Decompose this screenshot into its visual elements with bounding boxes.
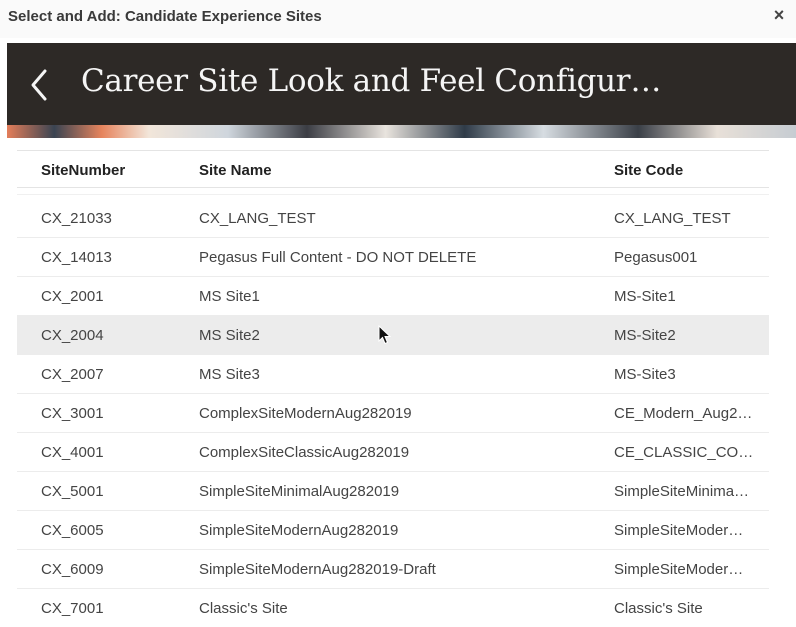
page-title: Career Site Look and Feel Configur… bbox=[81, 63, 662, 99]
cell-site-name: ComplexSiteModernAug282019 bbox=[199, 405, 412, 422]
dialog-titlebar: Select and Add: Candidate Experience Sit… bbox=[0, 0, 796, 38]
table-row[interactable]: CX_2007 MS Site3 MS-Site3 bbox=[17, 355, 769, 394]
table-row[interactable]: CX_5001 SimpleSiteMinimalAug282019 SimpleS… bbox=[17, 472, 769, 511]
cell-site-code: CE_Modern_Aug2… bbox=[614, 405, 753, 422]
cell-site-name: Pegasus Full Content - DO NOT DELETE bbox=[199, 249, 477, 266]
cell-site-name: SimpleSiteMinimalAug282019 bbox=[199, 483, 400, 500]
cell-site-name: MS Site3 bbox=[199, 366, 260, 383]
cell-site-name: CX_LANG_TEST bbox=[199, 210, 316, 227]
cell-site-number: CX_6009 bbox=[41, 561, 104, 578]
cell-site-code: CX_LANG_TEST bbox=[614, 210, 731, 227]
cell-site-code: SimpleSiteModer… bbox=[614, 522, 744, 539]
cell-site-number: CX_7001 bbox=[41, 600, 104, 617]
table-row[interactable]: CX_3001 ComplexSiteModernAug282019 CE_Mode… bbox=[17, 394, 769, 433]
cell-site-number: CX_2004 bbox=[41, 327, 104, 344]
cell-site-number: CX_21033 bbox=[41, 210, 112, 227]
cell-site-name: Classic's Site bbox=[199, 600, 288, 617]
table-row[interactable]: CX_2001 MS Site1 MS-Site1 bbox=[17, 277, 769, 316]
cell-site-name: MS Site1 bbox=[199, 288, 260, 305]
table-row[interactable]: CX_2004 MS Site2 MS-Site2 bbox=[17, 316, 769, 355]
cell-site-number: CX_14013 bbox=[41, 249, 112, 266]
table-row[interactable]: CX_6009 SimpleSiteModernAug282019-Draft Si… bbox=[17, 550, 769, 589]
page-banner: Career Site Look and Feel Configur… bbox=[7, 43, 796, 138]
cell-site-number: CX_5001 bbox=[41, 483, 104, 500]
scroll-separator bbox=[17, 194, 769, 195]
cell-site-code: Classic's Site bbox=[614, 600, 703, 617]
cell-site-code: SimpleSiteModer… bbox=[614, 561, 744, 578]
table-row[interactable]: CX_4001 ComplexSiteClassicAug282019 CE_CLA… bbox=[17, 433, 769, 472]
cell-site-code: MS-Site3 bbox=[614, 366, 676, 383]
cell-site-name: MS Site2 bbox=[199, 327, 260, 344]
sites-table: SiteNumber Site Name Site Code CX_21033 C… bbox=[17, 150, 769, 627]
table-header: SiteNumber Site Name Site Code bbox=[17, 150, 769, 188]
cell-site-name: SimpleSiteModernAug282019-Draft bbox=[199, 561, 436, 578]
column-header-site-name[interactable]: Site Name bbox=[199, 162, 599, 179]
cell-site-code: MS-Site1 bbox=[614, 288, 676, 305]
mouse-cursor-icon bbox=[378, 324, 392, 345]
column-header-site-code[interactable]: Site Code bbox=[614, 162, 764, 179]
cell-site-number: CX_6005 bbox=[41, 522, 104, 539]
cell-site-code: CE_CLASSIC_CO… bbox=[614, 444, 754, 461]
cell-site-name: ComplexSiteClassicAug282019 bbox=[199, 444, 410, 461]
cell-site-number: CX_2007 bbox=[41, 366, 104, 383]
table-row[interactable]: CX_7001 Classic's Site Classic's Site bbox=[17, 589, 769, 627]
cell-site-number: CX_3001 bbox=[41, 405, 104, 422]
cell-site-number: CX_2001 bbox=[41, 288, 104, 305]
dialog-title: Select and Add: Candidate Experience Sit… bbox=[8, 8, 322, 25]
cell-site-code: MS-Site2 bbox=[614, 327, 676, 344]
back-chevron-icon[interactable] bbox=[25, 67, 55, 103]
close-icon[interactable]: × bbox=[768, 4, 790, 26]
banner-image-strip bbox=[7, 125, 796, 138]
table-row[interactable]: CX_6005 SimpleSiteModernAug282019 SimpleSi… bbox=[17, 511, 769, 550]
cell-site-number: CX_4001 bbox=[41, 444, 104, 461]
cell-site-code: Pegasus001 bbox=[614, 249, 698, 266]
table-body: CX_21033 CX_LANG_TEST CX_LANG_TEST CX_14013… bbox=[17, 199, 769, 627]
column-header-site-number[interactable]: SiteNumber bbox=[41, 162, 191, 179]
table-row[interactable]: CX_21033 CX_LANG_TEST CX_LANG_TEST bbox=[17, 199, 769, 238]
cell-site-name: SimpleSiteModernAug282019 bbox=[199, 522, 399, 539]
table-row[interactable]: CX_14013 Pegasus Full Content - DO NOT DE… bbox=[17, 238, 769, 277]
cell-site-code: SimpleSiteMinima… bbox=[614, 483, 750, 500]
